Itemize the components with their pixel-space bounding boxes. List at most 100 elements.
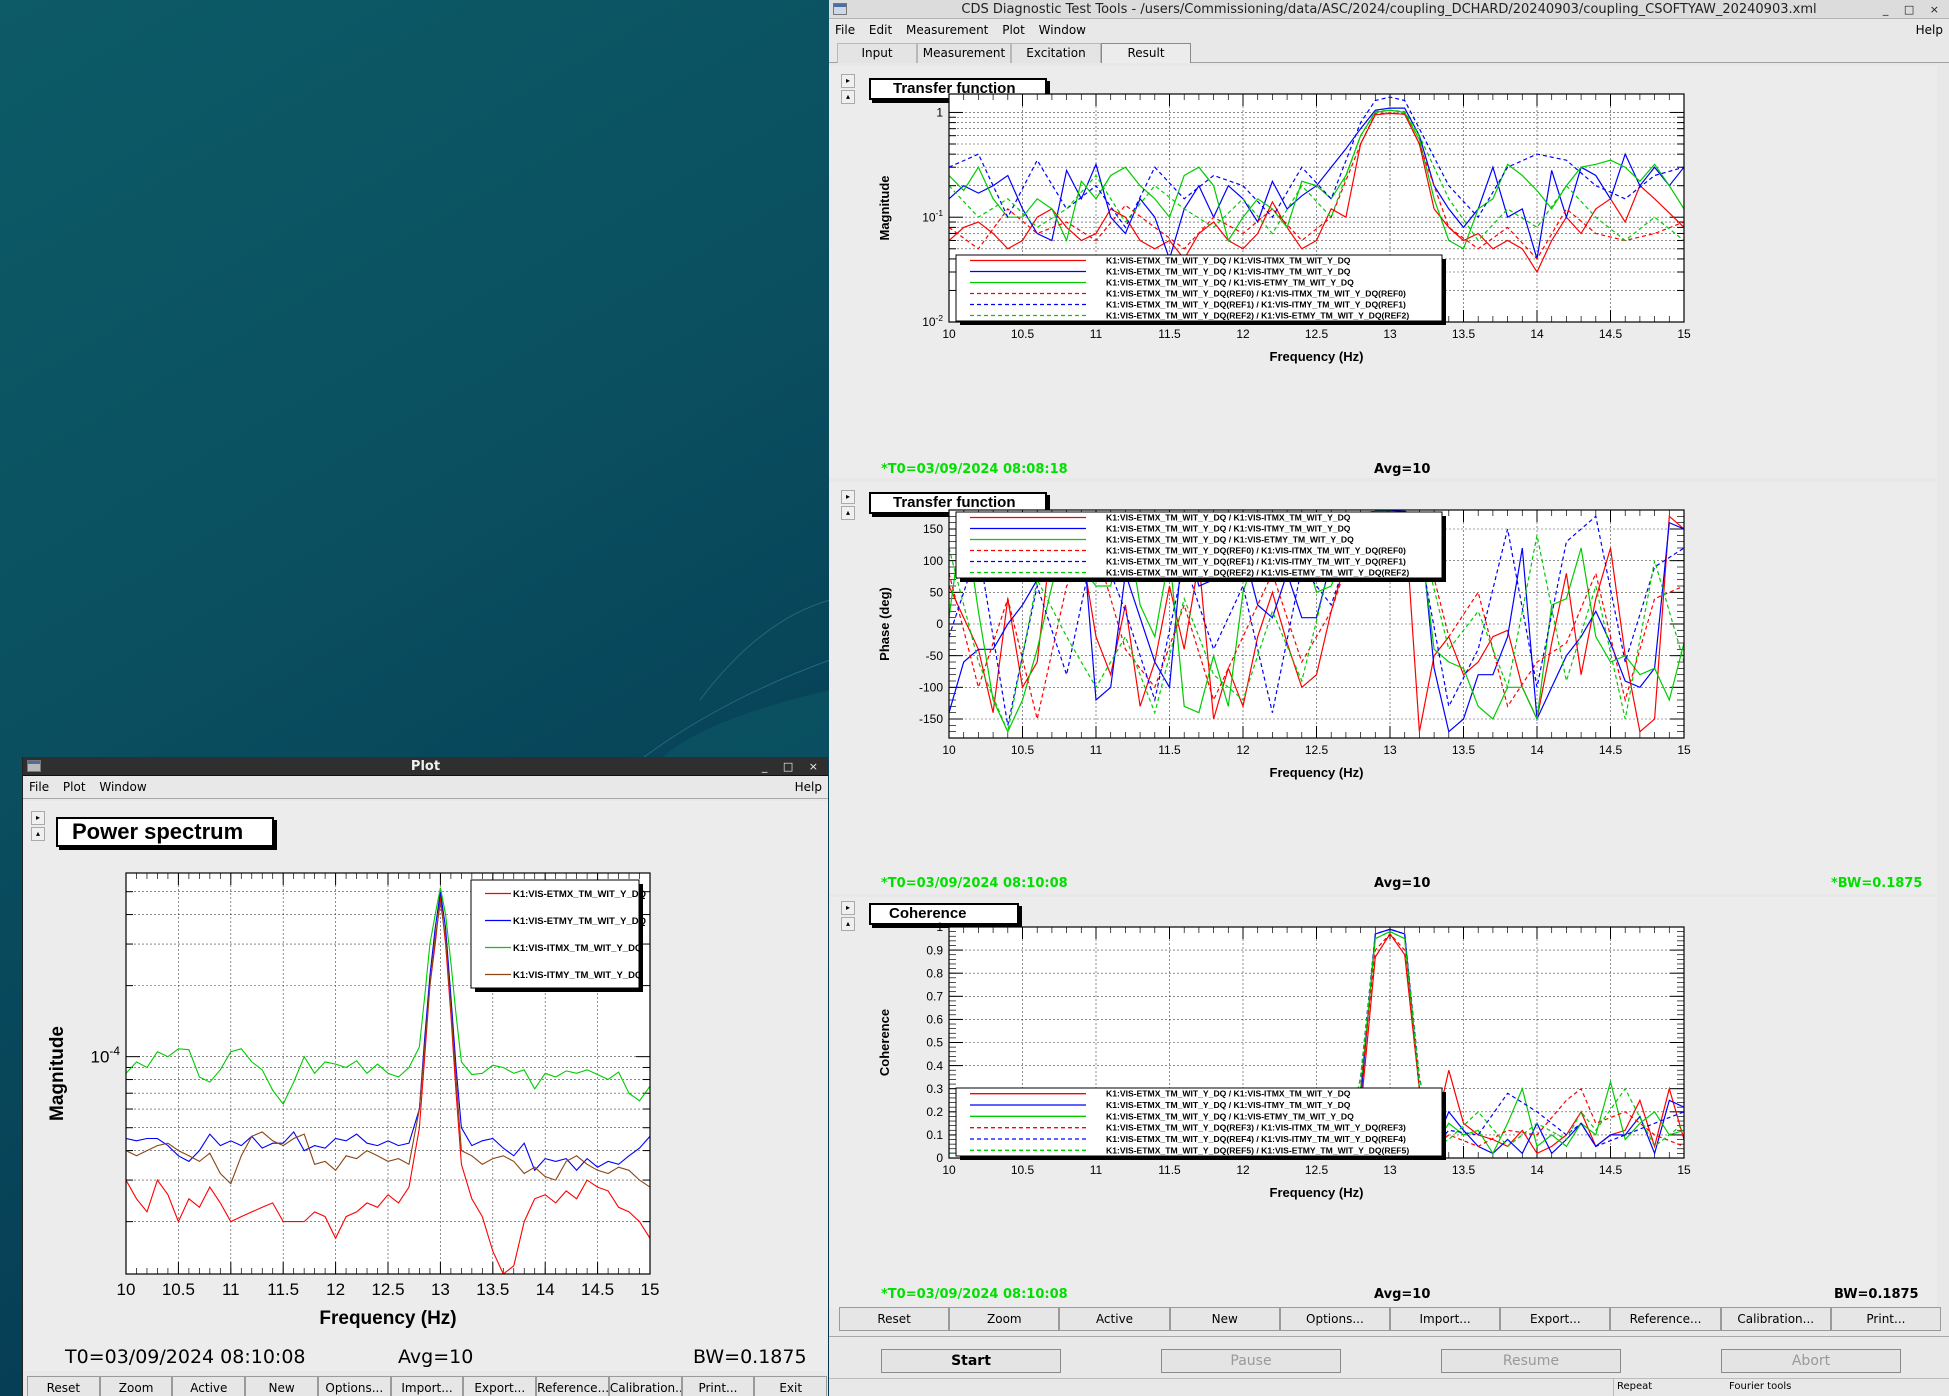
x-tick-label: 11.5	[267, 1280, 299, 1299]
x-tick-label: 10.5	[1011, 327, 1035, 341]
menu-file[interactable]: File	[835, 23, 855, 37]
menu-measurement[interactable]: Measurement	[906, 23, 988, 37]
y-tick-label: 10-4	[91, 1044, 121, 1067]
x-tick-label: 13.5	[476, 1280, 509, 1299]
legend-entry: K1:VIS-ETMX_TM_WIT_Y_DQ / K1:VIS-ITMY_TM…	[1106, 524, 1351, 534]
x-axis-label: Frequency (Hz)	[1270, 1185, 1364, 1200]
active-button[interactable]: Active	[172, 1376, 246, 1396]
main-tabs: Input Measurement Excitation Result	[829, 41, 1949, 63]
import-button[interactable]: Import...	[390, 1376, 464, 1396]
pause-button[interactable]: Pause	[1161, 1349, 1341, 1373]
statusbar: Repeat Fourier tools	[829, 1378, 1949, 1396]
bw-label: *BW=0.1875	[1831, 876, 1923, 891]
x-tick-label: 12.5	[1305, 1163, 1329, 1177]
plot-titlebar[interactable]: Plot _ □ ×	[23, 757, 828, 776]
options-button[interactable]: Options...	[317, 1376, 391, 1396]
status-repeat: Repeat	[1617, 1381, 1653, 1392]
legend-entry: K1:VIS-ETMX_TM_WIT_Y_DQ / K1:VIS-ITMX_TM…	[1106, 513, 1351, 523]
reference-button[interactable]: Reference...	[1610, 1307, 1721, 1331]
legend-entry: K1:VIS-ETMX_TM_WIT_Y_DQ(REF0) / K1:VIS-I…	[1106, 546, 1406, 556]
x-tick-label: 14	[536, 1280, 555, 1299]
menu-window[interactable]: Window	[1039, 23, 1086, 37]
status-fourier-tools: Fourier tools	[1729, 1381, 1792, 1392]
tab-result[interactable]: Result	[1101, 43, 1191, 63]
menu-window[interactable]: Window	[99, 780, 146, 794]
legend-entry: K1:VIS-ETMX_TM_WIT_Y_DQ / K1:VIS-ITMY_TM…	[1106, 267, 1351, 277]
x-axis-label: Frequency (Hz)	[319, 1308, 456, 1329]
exit-button[interactable]: Exit	[754, 1376, 828, 1396]
legend-entry: K1:VIS-ETMX_TM_WIT_Y_DQ(REF3) / K1:VIS-I…	[1106, 1123, 1406, 1133]
window-controls-icon[interactable]: _ □ ×	[1883, 0, 1945, 19]
y-tick-label: 0.4	[926, 1059, 943, 1073]
calibration-button[interactable]: Calibration...	[608, 1376, 682, 1396]
x-tick-label: 12.5	[371, 1280, 404, 1299]
y-axis-label: Phase (deg)	[877, 587, 892, 661]
x-tick-label: 15	[641, 1280, 660, 1299]
magnitude-chart[interactable]: 10 10.5 11 11.5 12 12.5 13 13.5 14 14.5 15 10-2 10-1…	[829, 66, 1937, 478]
x-tick-label: 12.5	[1305, 327, 1329, 341]
y-tick-label: 150	[923, 522, 943, 536]
main-menubar: File Edit Measurement Plot Window Help	[829, 19, 1949, 41]
y-tick-label: 0.9	[926, 943, 943, 957]
phase-chart[interactable]: 10 10.5 11 11.5 12 12.5 13 13.5 14 14.5 15 -150 -100…	[829, 482, 1937, 894]
coherence-chart[interactable]: 10 10.5 11 11.5 12 12.5 13 13.5 14 14.5 1500.10.20…	[829, 897, 1937, 1309]
y-tick-label: 10-1	[922, 208, 943, 224]
plot-window: Plot _ □ × File Plot Window Help ▸ ▴ Powe…	[22, 757, 828, 1396]
export-button[interactable]: Export...	[1500, 1307, 1611, 1331]
resume-button[interactable]: Resume	[1441, 1349, 1621, 1373]
print-button[interactable]: Print...	[1830, 1307, 1942, 1331]
window-controls-icon[interactable]: _ □ ×	[762, 757, 824, 776]
x-tick-label: 15	[1677, 1163, 1691, 1177]
print-button[interactable]: Print...	[681, 1376, 755, 1396]
x-tick-label: 11.5	[1158, 1163, 1181, 1177]
menu-plot[interactable]: Plot	[63, 780, 86, 794]
x-tick-label: 10.5	[1011, 743, 1035, 757]
reset-button[interactable]: Reset	[27, 1376, 100, 1396]
plot-panel-phase: ▸ ▴ Transfer function 10 10.5 11 11.5 12 12.5 1…	[829, 482, 1937, 894]
desktop-wallpaper	[639, 599, 830, 760]
legend-entry: K1:VIS-ETMX_TM_WIT_Y_DQ(REF2) / K1:VIS-E…	[1106, 568, 1409, 578]
import-button[interactable]: Import...	[1390, 1307, 1501, 1331]
tab-excitation[interactable]: Excitation	[1011, 43, 1101, 63]
start-button[interactable]: Start	[881, 1349, 1061, 1373]
y-tick-label: -150	[919, 712, 943, 726]
x-tick-label: 13.5	[1452, 327, 1476, 341]
new-button[interactable]: New	[1169, 1307, 1280, 1331]
menu-file[interactable]: File	[29, 780, 49, 794]
calibration-button[interactable]: Calibration...	[1720, 1307, 1831, 1331]
zoom-button[interactable]: Zoom	[949, 1307, 1060, 1331]
zoom-button[interactable]: Zoom	[99, 1376, 173, 1396]
avg-label: Avg=10	[398, 1346, 474, 1368]
x-tick-label: 10	[942, 1163, 956, 1177]
x-tick-label: 14.5	[1599, 327, 1623, 341]
menu-help[interactable]: Help	[795, 776, 822, 798]
options-button[interactable]: Options...	[1279, 1307, 1391, 1331]
legend-entry: K1:VIS-ETMX_TM_WIT_Y_DQ / K1:VIS-ETMY_TM…	[1106, 1111, 1354, 1121]
t0-label: *T0=03/09/2024 08:10:08	[881, 1287, 1068, 1302]
x-tick-label: 13	[1383, 743, 1397, 757]
legend-entry: K1:VIS-ETMX_TM_WIT_Y_DQ(REF4) / K1:VIS-I…	[1106, 1134, 1406, 1144]
reset-button[interactable]: Reset	[839, 1307, 950, 1331]
x-tick-label: 14.5	[1599, 1163, 1623, 1177]
tab-input[interactable]: Input	[837, 43, 917, 63]
x-tick-label: 10	[117, 1280, 136, 1299]
main-titlebar[interactable]: CDS Diagnostic Test Tools - /users/Commi…	[829, 0, 1949, 19]
plot-separator	[23, 798, 828, 799]
menu-edit[interactable]: Edit	[869, 23, 892, 37]
new-button[interactable]: New	[245, 1376, 318, 1396]
export-button[interactable]: Export...	[463, 1376, 537, 1396]
power-spectrum-chart[interactable]: 10 10.5 11 11.5 12 12.5 13 13.5 14 14.5 15 10-4 Freq…	[23, 801, 828, 1371]
x-tick-label: 11	[1090, 1163, 1103, 1177]
reference-button[interactable]: Reference...	[536, 1376, 609, 1396]
tab-measurement[interactable]: Measurement	[917, 43, 1011, 63]
active-button[interactable]: Active	[1059, 1307, 1170, 1331]
abort-button[interactable]: Abort	[1721, 1349, 1901, 1373]
x-axis-label: Frequency (Hz)	[1270, 765, 1364, 780]
menu-plot[interactable]: Plot	[1002, 23, 1025, 37]
x-tick-label: 14.5	[581, 1280, 614, 1299]
t0-label: *T0=03/09/2024 08:08:18	[881, 462, 1068, 477]
t0-label: T0=03/09/2024 08:10:08	[65, 1346, 306, 1368]
avg-label: Avg=10	[1374, 876, 1431, 891]
menu-help[interactable]: Help	[1916, 19, 1943, 41]
legend-entry: K1:VIS-ETMY_TM_WIT_Y_DQ	[513, 916, 646, 927]
